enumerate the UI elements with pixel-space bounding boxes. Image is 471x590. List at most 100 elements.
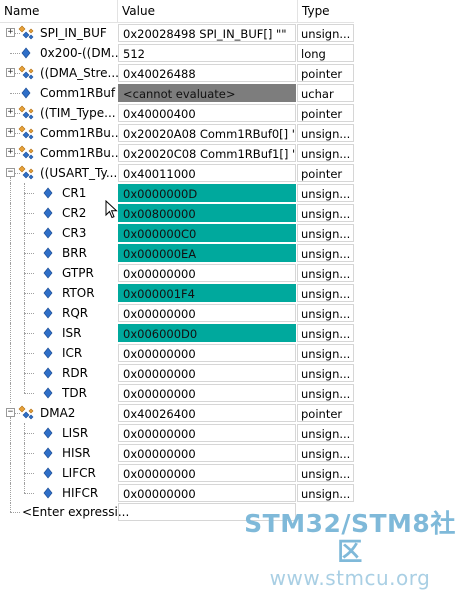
row-type: unsign... bbox=[297, 244, 354, 262]
variable-icon bbox=[43, 427, 53, 439]
watch-row[interactable]: Comm1RBuf <cannot evaluate> uchar bbox=[0, 83, 354, 103]
row-value[interactable]: 0x20020A08 Comm1RBuf0[] "" bbox=[118, 124, 296, 142]
row-name[interactable]: ISR bbox=[62, 323, 118, 343]
expand-icon[interactable]: + bbox=[6, 128, 15, 137]
expand-icon[interactable]: + bbox=[6, 148, 15, 157]
row-name[interactable]: RDR bbox=[62, 363, 118, 383]
watch-row[interactable]: + Comm1RBu... 0x20020A08 Comm1RBuf0[] "" un… bbox=[0, 123, 354, 143]
variable-icon bbox=[43, 207, 53, 219]
row-name[interactable]: TDR bbox=[62, 383, 118, 403]
watch-row[interactable]: RTOR 0x000001F4 unsign... bbox=[0, 283, 354, 303]
row-type: uchar bbox=[297, 84, 354, 102]
watch-row[interactable]: BRR 0x000000EA unsign... bbox=[0, 243, 354, 263]
watch-row[interactable]: − ((USART_Ty... 0x40011000 pointer bbox=[0, 163, 354, 183]
row-value[interactable]: 0x00000000 bbox=[118, 364, 296, 382]
watch-row[interactable]: TDR 0x00000000 unsign... bbox=[0, 383, 354, 403]
row-name[interactable]: RQR bbox=[62, 303, 118, 323]
row-name[interactable]: BRR bbox=[62, 243, 118, 263]
header-type[interactable]: Type bbox=[298, 0, 354, 22]
row-name[interactable]: DMA2 bbox=[40, 403, 118, 423]
row-name[interactable]: ICR bbox=[62, 343, 118, 363]
tree-connector bbox=[10, 363, 11, 383]
row-value[interactable]: 0x000000C0 bbox=[118, 224, 296, 242]
watch-row[interactable]: CR2 0x00800000 unsign... bbox=[0, 203, 354, 223]
row-value[interactable]: 0x40026488 bbox=[118, 64, 296, 82]
row-name[interactable]: Comm1RBu... bbox=[40, 123, 118, 143]
watch-row[interactable]: + SPI_IN_BUF 0x20028498 SPI_IN_BUF[] "" uns… bbox=[0, 23, 354, 43]
row-name[interactable]: HIFCR bbox=[62, 483, 118, 503]
row-value[interactable]: 0x006000D0 bbox=[118, 324, 296, 342]
tree-connector bbox=[10, 502, 11, 512]
row-value[interactable]: 0x000000EA bbox=[118, 244, 296, 262]
watch-row[interactable]: + ((TIM_Type... 0x40000400 pointer bbox=[0, 103, 354, 123]
row-value[interactable]: 0x00000000 bbox=[118, 464, 296, 482]
tree-connector bbox=[10, 323, 11, 343]
tree-connector bbox=[24, 193, 34, 194]
expand-icon[interactable]: + bbox=[6, 68, 15, 77]
collapse-icon[interactable]: − bbox=[6, 408, 15, 417]
enter-expression-label[interactable]: <Enter expressi... bbox=[22, 502, 129, 522]
header-name[interactable]: Name bbox=[0, 0, 118, 22]
row-name[interactable]: HISR bbox=[62, 443, 118, 463]
row-value[interactable]: 0x40000400 bbox=[118, 104, 296, 122]
watch-row[interactable]: + ((DMA_Stre... 0x40026488 pointer bbox=[0, 63, 354, 83]
row-value[interactable]: 0x00000000 bbox=[118, 424, 296, 442]
row-value[interactable]: 0x20020C08 Comm1RBuf1[] "" bbox=[118, 144, 296, 162]
tree-cell: LIFCR bbox=[0, 463, 118, 483]
row-value[interactable]: 0x00000000 bbox=[118, 384, 296, 402]
row-value[interactable]: 0x00800000 bbox=[118, 204, 296, 222]
row-value[interactable]: 0x40026400 bbox=[118, 404, 296, 422]
row-name[interactable]: Comm1RBu... bbox=[40, 143, 118, 163]
tree-connector bbox=[10, 303, 11, 323]
watch-row[interactable]: + Comm1RBu... 0x20020C08 Comm1RBuf1[] "" un… bbox=[0, 143, 354, 163]
watch-row[interactable]: LIFCR 0x00000000 unsign... bbox=[0, 463, 354, 483]
row-value[interactable]: 0x20028498 SPI_IN_BUF[] "" bbox=[118, 24, 296, 42]
row-value[interactable]: <cannot evaluate> bbox=[118, 84, 296, 102]
tree-cell: RTOR bbox=[0, 283, 118, 303]
struct-icon bbox=[18, 145, 34, 160]
row-value[interactable]: 0x00000000 bbox=[118, 304, 296, 322]
watch-row[interactable]: CR3 0x000000C0 unsign... bbox=[0, 223, 354, 243]
header-value[interactable]: Value bbox=[118, 0, 298, 22]
row-name[interactable]: SPI_IN_BUF bbox=[40, 23, 118, 43]
tree-cell: + ((TIM_Type... bbox=[0, 103, 118, 123]
watch-row[interactable]: ICR 0x00000000 unsign... bbox=[0, 343, 354, 363]
row-value[interactable]: 512 bbox=[118, 44, 296, 62]
row-name[interactable]: RTOR bbox=[62, 283, 118, 303]
struct-icon bbox=[18, 405, 34, 420]
row-name[interactable]: CR3 bbox=[62, 223, 118, 243]
row-value[interactable]: 0x000001F4 bbox=[118, 284, 296, 302]
row-value[interactable]: 0x00000000 bbox=[118, 264, 296, 282]
row-name[interactable]: LISR bbox=[62, 423, 118, 443]
row-name[interactable]: GTPR bbox=[62, 263, 118, 283]
expand-icon[interactable]: + bbox=[6, 28, 15, 37]
watch-row[interactable]: − DMA2 0x40026400 pointer bbox=[0, 403, 354, 423]
tree-connector bbox=[24, 493, 34, 494]
watch-row[interactable]: HIFCR 0x00000000 unsign... bbox=[0, 483, 354, 503]
watch-row[interactable]: RQR 0x00000000 unsign... bbox=[0, 303, 354, 323]
watch-row[interactable]: GTPR 0x00000000 unsign... bbox=[0, 263, 354, 283]
row-name[interactable]: ((USART_Ty... bbox=[40, 163, 118, 183]
tree-connector bbox=[24, 253, 34, 254]
row-value[interactable]: 0x0000000D bbox=[118, 184, 296, 202]
variable-icon bbox=[43, 187, 53, 199]
row-value[interactable]: 0x00000000 bbox=[118, 484, 296, 502]
watch-row[interactable]: HISR 0x00000000 unsign... bbox=[0, 443, 354, 463]
tree-cell: + Comm1RBu... bbox=[0, 123, 118, 143]
watch-row[interactable]: RDR 0x00000000 unsign... bbox=[0, 363, 354, 383]
row-type: pointer bbox=[297, 164, 354, 182]
watch-row[interactable]: CR1 0x0000000D unsign... bbox=[0, 183, 354, 203]
watch-row[interactable]: LISR 0x00000000 unsign... bbox=[0, 423, 354, 443]
row-value[interactable]: 0x00000000 bbox=[118, 444, 296, 462]
row-name[interactable]: ((DMA_Stre... bbox=[40, 63, 118, 83]
watch-row[interactable]: 0x200-((DM... 512 long bbox=[0, 43, 354, 63]
expand-icon[interactable]: + bbox=[6, 108, 15, 117]
row-name[interactable]: LIFCR bbox=[62, 463, 118, 483]
row-value[interactable]: 0x00000000 bbox=[118, 344, 296, 362]
row-name[interactable]: ((TIM_Type... bbox=[40, 103, 118, 123]
watch-row[interactable]: ISR 0x006000D0 unsign... bbox=[0, 323, 354, 343]
collapse-icon[interactable]: − bbox=[6, 168, 15, 177]
row-name[interactable]: 0x200-((DM... bbox=[40, 43, 118, 63]
row-value[interactable]: 0x40011000 bbox=[118, 164, 296, 182]
row-name[interactable]: Comm1RBuf bbox=[40, 83, 118, 103]
